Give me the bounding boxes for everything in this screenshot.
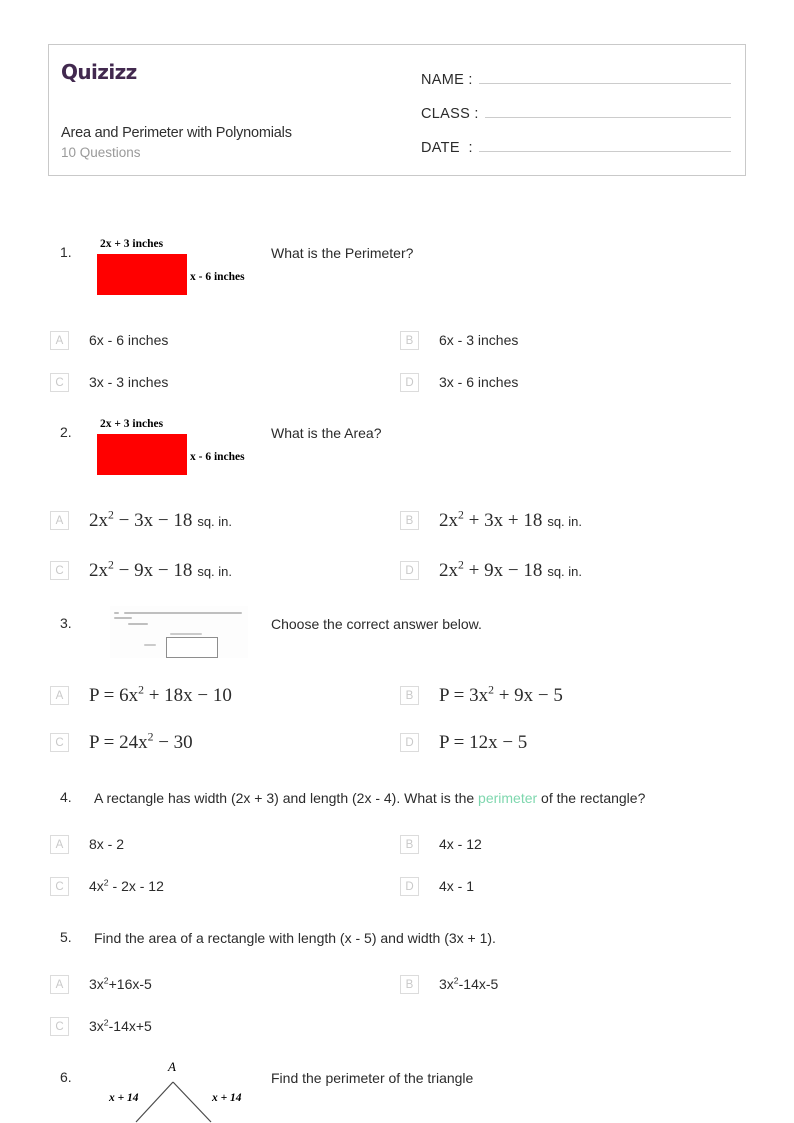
option-letter: D [400,561,419,580]
option-b[interactable]: B P = 3x2 + 9x − 5 [400,683,563,706]
name-label: NAME : [421,72,473,88]
option-text: 4x - 1 [439,878,475,894]
question-number: 5. [60,929,72,945]
option-text: 2x2 − 9x − 18 sq. in. [89,558,233,581]
question-prompt: Find the perimeter of the triangle [271,1070,474,1086]
question-prompt: What is the Perimeter? [271,245,414,261]
quizizz-logo: Quizizz [61,60,137,84]
option-text: P = 6x2 + 18x − 10 [89,683,232,706]
question-prompt: Choose the correct answer below. [271,616,482,632]
option-text: 3x - 6 inches [439,374,519,390]
option-letter: D [400,373,419,392]
option-a[interactable]: A 2x2 − 3x − 18 sq. in. [50,508,233,531]
triangle-figure: A x + 14 x + 14 [100,1058,260,1123]
worksheet-page: Quizizz Area and Perimeter with Polynomi… [0,0,794,1123]
option-a[interactable]: A 6x - 6 inches [50,331,168,350]
figure-side-label: x - 6 inches [190,271,245,283]
date-label: DATE : [421,140,473,156]
question-prompt: Find the area of a rectangle with length… [94,930,496,946]
option-c[interactable]: C 4x2 - 2x - 12 [50,877,164,896]
option-text: 3x - 3 inches [89,374,169,390]
option-letter: C [50,1017,69,1036]
red-rectangle [97,254,187,295]
option-text: 2x2 − 3x − 18 sq. in. [89,508,233,531]
triangle-right-label: x + 14 [212,1092,242,1104]
class-label: CLASS : [421,106,479,122]
rectangle-figure: 2x + 3 inches x - 6 inches [97,418,257,480]
name-input-line[interactable] [478,69,731,84]
worksheet-header: Quizizz Area and Perimeter with Polynomi… [48,44,746,176]
option-text: 8x - 2 [89,836,125,852]
question-count: 10 Questions [61,145,141,160]
highlighted-term: perimeter [478,790,538,806]
option-d[interactable]: D P = 12x − 5 [400,733,527,752]
option-b[interactable]: B 2x2 + 3x + 18 sq. in. [400,508,583,531]
option-text: 4x - 12 [439,836,482,852]
option-letter: B [400,975,419,994]
option-letter: B [400,511,419,530]
option-letter: A [50,835,69,854]
option-b[interactable]: B 3x2-14x-5 [400,975,498,994]
option-letter: A [50,511,69,530]
option-text: 2x2 + 9x − 18 sq. in. [439,558,583,581]
option-text: 6x - 3 inches [439,332,519,348]
class-input-line[interactable] [484,103,731,118]
triangle-shape [135,1081,212,1123]
option-letter: C [50,561,69,580]
option-letter: A [50,975,69,994]
option-text: P = 12x − 5 [439,732,528,753]
option-letter: B [400,331,419,350]
option-c[interactable]: C 3x2-14x+5 [50,1017,152,1036]
red-rectangle [97,434,187,475]
question-number: 2. [60,424,72,440]
option-text: 4x2 - 2x - 12 [89,877,164,894]
option-text: 6x - 6 inches [89,332,169,348]
option-c[interactable]: C P = 24x2 − 30 [50,730,193,753]
option-letter: C [50,373,69,392]
question-prompt: A rectangle has width (2x + 3) and lengt… [94,790,646,806]
option-d[interactable]: D 2x2 + 9x − 18 sq. in. [400,558,583,581]
option-text: P = 3x2 + 9x − 5 [439,683,563,706]
option-text: P = 24x2 − 30 [89,730,193,753]
question-prompt: What is the Area? [271,425,382,441]
option-letter: D [400,733,419,752]
date-field-row: DATE : [421,137,731,156]
date-input-line[interactable] [478,137,731,152]
figure-top-label: 2x + 3 inches [100,418,164,430]
option-letter: D [400,877,419,896]
option-d[interactable]: D 3x - 6 inches [400,373,518,392]
option-text: 3x2-14x+5 [89,1017,152,1034]
figure-top-label: 2x + 3 inches [100,238,164,250]
option-b[interactable]: B 4x - 12 [400,835,482,854]
question-number: 6. [60,1069,72,1085]
class-field-row: CLASS : [421,103,731,122]
name-field-row: NAME : [421,69,731,88]
option-text: 3x2+16x-5 [89,975,152,992]
option-letter: B [400,835,419,854]
option-letter: A [50,686,69,705]
option-letter: C [50,733,69,752]
figure-side-label: x - 6 inches [190,451,245,463]
option-c[interactable]: C 2x2 − 9x − 18 sq. in. [50,558,233,581]
option-letter: A [50,331,69,350]
option-text: 2x2 + 3x + 18 sq. in. [439,508,583,531]
option-a[interactable]: A 8x - 2 [50,835,124,854]
option-letter: C [50,877,69,896]
question-number: 4. [60,789,72,805]
question-number: 1. [60,244,72,260]
option-text: 3x2-14x-5 [439,975,499,992]
triangle-left-label: x + 14 [109,1092,139,1104]
page-title: Area and Perimeter with Polynomials [61,125,292,141]
rectangle-figure: 2x + 3 inches x - 6 inches [97,238,257,300]
question-number: 3. [60,615,72,631]
option-letter: B [400,686,419,705]
option-a[interactable]: A P = 6x2 + 18x − 10 [50,683,232,706]
problem-thumbnail-image [110,606,248,658]
option-d[interactable]: D 4x - 1 [400,877,474,896]
option-a[interactable]: A 3x2+16x-5 [50,975,152,994]
option-c[interactable]: C 3x - 3 inches [50,373,168,392]
option-b[interactable]: B 6x - 3 inches [400,331,518,350]
